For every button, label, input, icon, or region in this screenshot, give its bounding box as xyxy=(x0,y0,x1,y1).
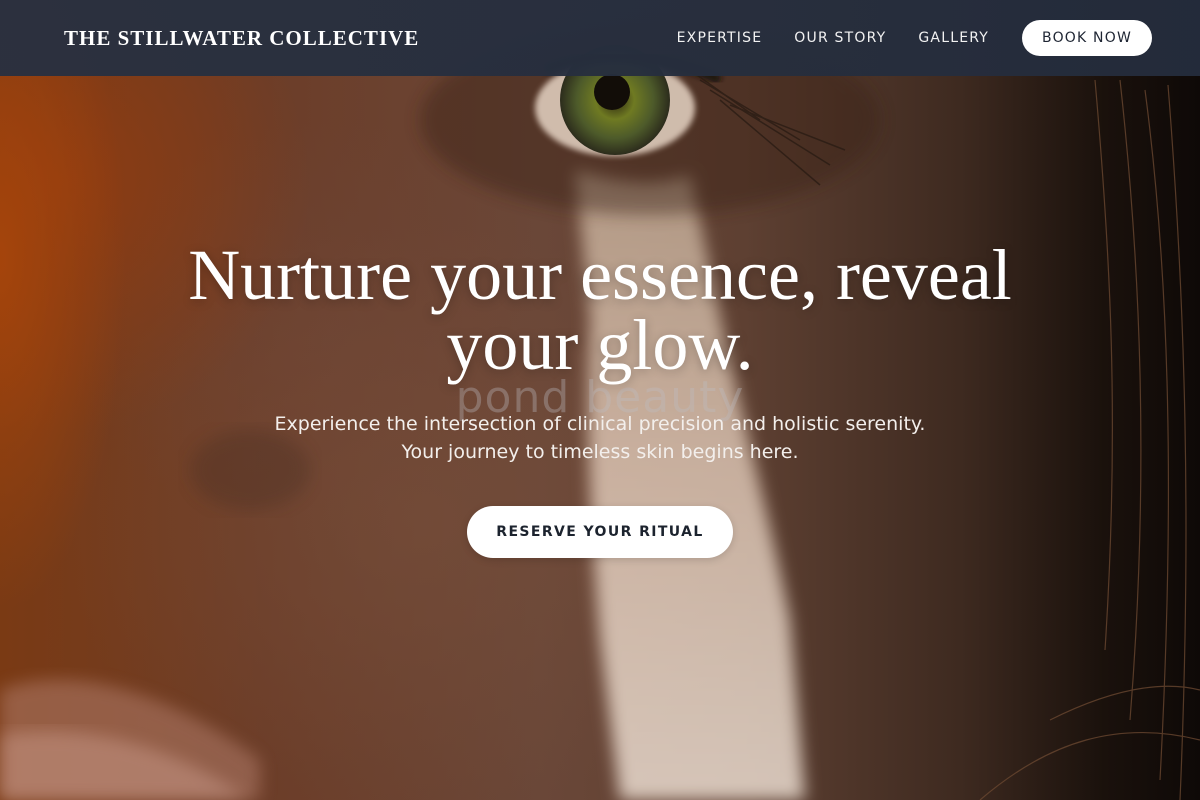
hero-subtitle: Experience the intersection of clinical … xyxy=(200,410,1000,466)
nav-link-gallery[interactable]: GALLERY xyxy=(918,30,989,46)
hero-subtitle-line-1: Experience the intersection of clinical … xyxy=(274,413,926,435)
reserve-ritual-button[interactable]: RESERVE YOUR RITUAL xyxy=(467,506,733,558)
nav-link-expertise[interactable]: EXPERTISE xyxy=(677,30,763,46)
book-now-button[interactable]: BOOK NOW xyxy=(1022,20,1152,56)
hero-headline: Nurture your essence, reveal your glow. xyxy=(188,235,1012,385)
hero-subtitle-line-2: Your journey to timeless skin begins her… xyxy=(401,441,799,463)
hero-section: pond beauty Nurture your essence, reveal… xyxy=(0,0,1200,800)
main-nav: EXPERTISE OUR STORY GALLERY BOOK NOW xyxy=(645,20,1152,56)
brand-logo-text[interactable]: THE STILLWATER COLLECTIVE xyxy=(64,26,419,51)
top-navigation-bar: THE STILLWATER COLLECTIVE EXPERTISE OUR … xyxy=(0,0,1200,76)
nav-link-our-story[interactable]: OUR STORY xyxy=(794,30,886,46)
